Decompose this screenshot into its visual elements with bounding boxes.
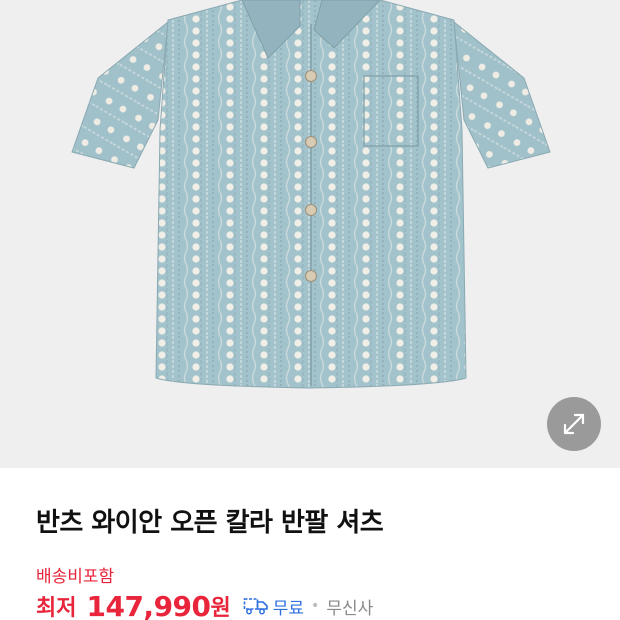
separator-dot: • (311, 598, 320, 614)
product-image-area (0, 0, 620, 468)
price-value: 147,990 (86, 589, 211, 620)
expand-arrows-icon (563, 413, 585, 435)
product-title: 반츠 와이안 오픈 칼라 반팔 셔츠 (36, 508, 384, 538)
product-page: 반츠 와이안 오픈 칼라 반팔 셔츠 배송비포함 최저 147,990 원 무료… (0, 0, 620, 620)
seller-name[interactable]: 무신사 (326, 594, 373, 619)
free-delivery-label: 무료 (272, 598, 305, 619)
price-row: 최저 147,990 원 무료 • 무신사 (36, 586, 373, 620)
expand-image-button[interactable] (547, 397, 601, 451)
shipping-included-label: 배송비포함 (36, 567, 115, 587)
delivery-truck-icon (243, 598, 268, 615)
shirt-image (71, 0, 551, 389)
product-info: 반츠 와이안 오픈 칼라 반팔 셔츠 배송비포함 최저 147,990 원 무료… (0, 468, 620, 620)
price-unit: 원 (210, 596, 231, 620)
price-prefix: 최저 (36, 596, 77, 620)
